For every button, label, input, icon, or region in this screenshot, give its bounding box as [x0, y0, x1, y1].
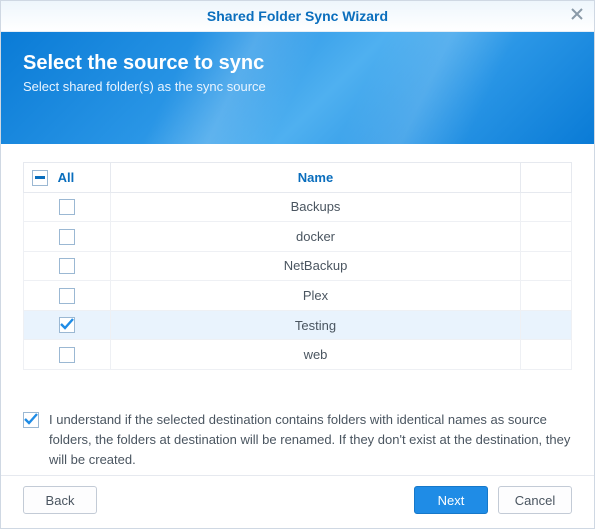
- row-checkbox-cell: [24, 340, 111, 370]
- row-checkbox-cell: [24, 310, 111, 340]
- folder-table: All Name BackupsdockerNetBackupPlexTesti…: [23, 162, 572, 370]
- table-row[interactable]: Testing: [24, 310, 572, 340]
- titlebar: Shared Folder Sync Wizard: [1, 1, 594, 32]
- row-checkbox-cell: [24, 192, 111, 222]
- row-spacer: [521, 281, 572, 311]
- hero-banner: Select the source to sync Select shared …: [1, 32, 594, 144]
- col-header-all-label: All: [58, 170, 75, 185]
- col-header-spacer: [521, 163, 572, 193]
- row-checkbox[interactable]: [59, 258, 75, 274]
- row-checkbox-cell: [24, 222, 111, 252]
- content-area: All Name BackupsdockerNetBackupPlexTesti…: [1, 144, 594, 475]
- row-name: Plex: [111, 281, 521, 311]
- row-name: Testing: [111, 310, 521, 340]
- ack-checkbox[interactable]: [23, 412, 39, 428]
- row-name: web: [111, 340, 521, 370]
- ack-row: I understand if the selected destination…: [23, 410, 572, 470]
- table-row[interactable]: docker: [24, 222, 572, 252]
- table-row[interactable]: Backups: [24, 192, 572, 222]
- page-title: Select the source to sync: [23, 52, 572, 75]
- wizard-window: Shared Folder Sync Wizard Select the sou…: [0, 0, 595, 529]
- col-header-all[interactable]: All: [24, 163, 111, 193]
- row-checkbox-cell: [24, 281, 111, 311]
- table-row[interactable]: web: [24, 340, 572, 370]
- row-spacer: [521, 222, 572, 252]
- back-button[interactable]: Back: [23, 486, 97, 514]
- row-name: NetBackup: [111, 251, 521, 281]
- next-button[interactable]: Next: [414, 486, 488, 514]
- row-checkbox[interactable]: [59, 288, 75, 304]
- footer: Back Next Cancel: [1, 475, 594, 528]
- row-spacer: [521, 310, 572, 340]
- table-row[interactable]: NetBackup: [24, 251, 572, 281]
- close-icon[interactable]: [570, 7, 584, 24]
- window-title: Shared Folder Sync Wizard: [207, 8, 388, 24]
- ack-text: I understand if the selected destination…: [49, 410, 572, 470]
- row-checkbox[interactable]: [59, 347, 75, 363]
- row-checkbox[interactable]: [59, 229, 75, 245]
- row-name: docker: [111, 222, 521, 252]
- row-spacer: [521, 251, 572, 281]
- row-checkbox[interactable]: [59, 317, 75, 333]
- page-subtitle: Select shared folder(s) as the sync sour…: [23, 79, 572, 94]
- cancel-button[interactable]: Cancel: [498, 486, 572, 514]
- row-spacer: [521, 340, 572, 370]
- select-all-checkbox[interactable]: [32, 170, 48, 186]
- row-checkbox[interactable]: [59, 199, 75, 215]
- row-checkbox-cell: [24, 251, 111, 281]
- col-header-name[interactable]: Name: [111, 163, 521, 193]
- row-spacer: [521, 192, 572, 222]
- table-row[interactable]: Plex: [24, 281, 572, 311]
- row-name: Backups: [111, 192, 521, 222]
